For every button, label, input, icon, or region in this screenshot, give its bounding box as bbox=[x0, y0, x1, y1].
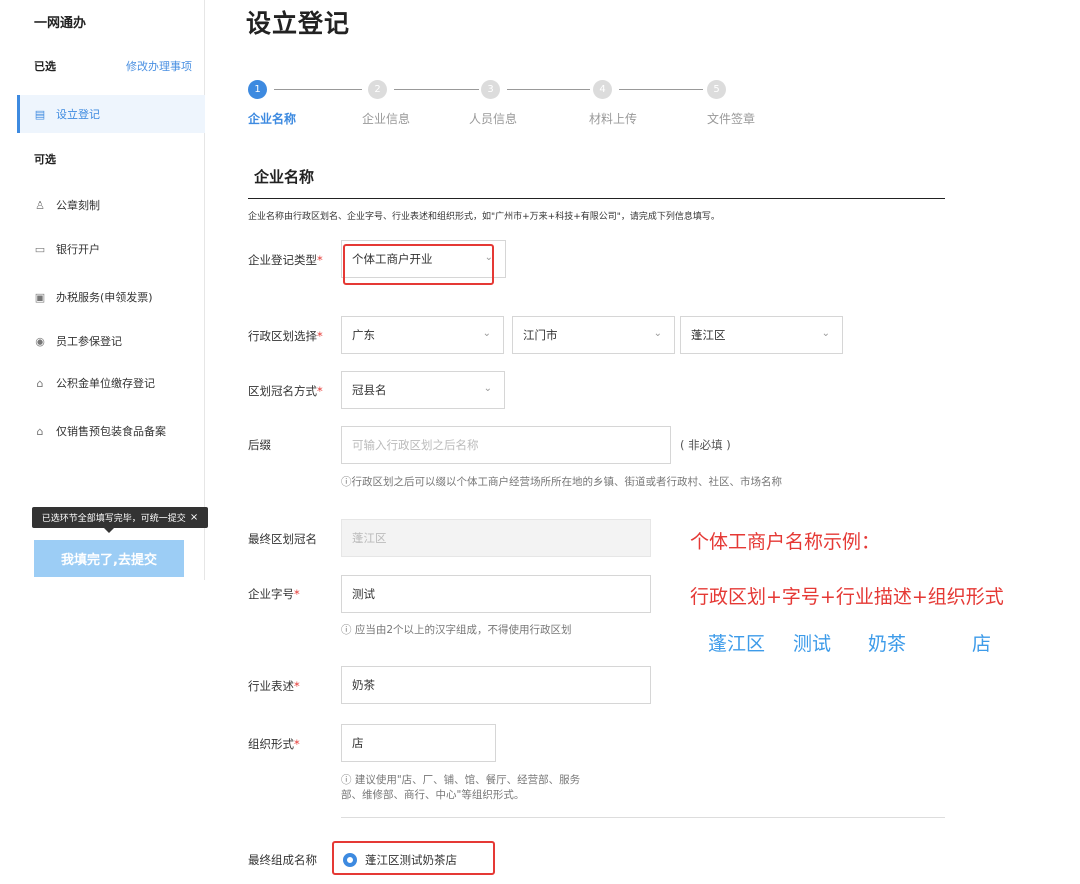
final-prefix-value: 蓬江区 bbox=[352, 531, 387, 545]
form-icon: ▤ bbox=[34, 107, 46, 121]
stepper: 1 企业名称 2 企业信息 3 人员信息 4 材料上传 5 文件签章 bbox=[248, 80, 808, 130]
sidebar-item-label: 办税服务(申领发票) bbox=[56, 291, 153, 304]
step-number: 4 bbox=[593, 80, 612, 99]
trade-name-label: 企业字号* bbox=[248, 587, 300, 601]
reg-type-label: 企业登记类型* bbox=[248, 253, 323, 267]
example-title: 个体工商户名称示例： bbox=[690, 531, 881, 553]
highlight-box bbox=[343, 244, 494, 285]
submit-tooltip: 已选环节全部填写完毕，可统一提交 × bbox=[32, 507, 208, 533]
optional-note: ( 非必填 ) bbox=[680, 438, 731, 452]
step-number: 1 bbox=[248, 80, 267, 99]
sidebar-item-label: 公章刻制 bbox=[56, 199, 100, 212]
tooltip-text: 已选环节全部填写完毕，可统一提交 bbox=[41, 514, 186, 524]
district-select[interactable]: 蓬江区 ⌄ bbox=[680, 316, 843, 354]
house-icon: ⌂ bbox=[36, 376, 44, 390]
step-connector bbox=[394, 89, 479, 90]
example-part-orgform: 店 bbox=[972, 633, 992, 655]
step-connector bbox=[507, 89, 590, 90]
sidebar-item-seal[interactable]: ♙ 公章刻制 bbox=[17, 186, 205, 224]
sidebar-item-tax[interactable]: ▣ 办税服务(申领发票) bbox=[17, 278, 205, 316]
chevron-down-icon: ⌄ bbox=[483, 383, 492, 394]
bank-card-icon: ▭ bbox=[34, 242, 46, 256]
chevron-down-icon: ⌄ bbox=[821, 328, 830, 339]
suffix-label: 后缀 bbox=[248, 438, 271, 452]
example-formula: 行政区划+字号+行业描述+组织形式 bbox=[690, 586, 1004, 608]
step-label: 人员信息 bbox=[469, 112, 518, 126]
industry-value: 奶茶 bbox=[352, 678, 375, 692]
sidebar-item-label: 银行开户 bbox=[56, 243, 100, 256]
region-label: 行政区划选择* bbox=[248, 329, 323, 343]
step-number: 3 bbox=[481, 80, 500, 99]
final-prefix-input: 蓬江区 bbox=[341, 519, 651, 557]
prefix-mode-label: 区划冠名方式* bbox=[248, 384, 323, 398]
suffix-placeholder: 可输入行政区划之后名称 bbox=[352, 438, 479, 452]
step-label: 文件签章 bbox=[707, 112, 756, 126]
step-label: 企业名称 bbox=[248, 112, 297, 126]
sidebar-brand: 一网通办 bbox=[34, 16, 87, 31]
prefix-mode-select[interactable]: 冠县名 ⌄ bbox=[341, 371, 505, 409]
form-divider bbox=[341, 817, 945, 818]
section-title: 企业名称 bbox=[254, 168, 315, 186]
sidebar-item-insurance[interactable]: ◉ 员工参保登记 bbox=[17, 322, 205, 360]
chevron-down-icon: ⌄ bbox=[653, 328, 662, 339]
section-divider bbox=[248, 198, 945, 199]
org-form-value: 店 bbox=[352, 736, 364, 750]
insurance-icon: ◉ bbox=[35, 334, 45, 348]
page-title: 设立登记 bbox=[246, 9, 351, 38]
suffix-hint: ⓘ行政区划之后可以缀以个体工商户经营场所所在地的乡镇、街道或者行政村、社区、市场… bbox=[341, 476, 782, 488]
org-form-hint: ⓘ 建议使用"店、厂、铺、馆、餐厅、经营部、服务 部、维修部、商行、中心"等组织… bbox=[341, 774, 581, 801]
sidebar-item-label: 员工参保登记 bbox=[56, 335, 122, 348]
suffix-input[interactable]: 可输入行政区划之后名称 bbox=[341, 426, 671, 464]
province-select[interactable]: 广东 ⌄ bbox=[341, 316, 504, 354]
sidebar-item-setup-registration[interactable]: ▤ 设立登记 bbox=[17, 95, 205, 133]
step-label: 材料上传 bbox=[589, 112, 638, 126]
optional-group-label: 可选 bbox=[34, 153, 56, 166]
house-icon: ⌂ bbox=[36, 424, 44, 438]
sidebar-item-bank[interactable]: ▭ 银行开户 bbox=[17, 230, 205, 268]
industry-label: 行业表述* bbox=[248, 679, 300, 693]
seal-icon: ♙ bbox=[35, 198, 45, 212]
org-form-label: 组织形式* bbox=[248, 737, 300, 751]
prefix-mode-value: 冠县名 bbox=[352, 383, 387, 397]
modify-items-link[interactable]: 修改办理事项 bbox=[126, 58, 192, 74]
industry-input[interactable]: 奶茶 bbox=[341, 666, 651, 704]
sidebar-item-food-filing[interactable]: ⌂ 仅销售预包装食品备案 bbox=[17, 412, 205, 450]
selected-group-label: 已选 bbox=[34, 60, 56, 73]
chevron-down-icon: ⌄ bbox=[482, 328, 491, 339]
invoice-icon: ▣ bbox=[34, 290, 46, 304]
submit-button[interactable]: 我填完了,去提交 bbox=[34, 540, 184, 577]
close-icon[interactable]: × bbox=[190, 512, 198, 523]
sidebar-item-label: 设立登记 bbox=[56, 108, 100, 121]
step-number: 5 bbox=[707, 80, 726, 99]
example-part-region: 蓬江区 bbox=[708, 633, 766, 655]
highlight-box bbox=[332, 841, 495, 875]
step-label: 企业信息 bbox=[362, 112, 411, 126]
trade-name-input[interactable]: 测试 bbox=[341, 575, 651, 613]
example-part-tradename: 测试 bbox=[793, 633, 832, 655]
step-connector bbox=[274, 89, 362, 90]
final-prefix-label: 最终区划冠名 bbox=[248, 532, 317, 546]
district-value: 蓬江区 bbox=[691, 328, 726, 342]
sidebar-item-label: 公积金单位缴存登记 bbox=[56, 377, 155, 390]
step-connector bbox=[619, 89, 703, 90]
step-number: 2 bbox=[368, 80, 387, 99]
province-value: 广东 bbox=[352, 328, 375, 342]
final-name-label: 最终组成名称 bbox=[248, 853, 317, 867]
section-description: 企业名称由行政区划名、企业字号、行业表述和组织形式，如"广州市+万来+科技+有限… bbox=[248, 212, 720, 222]
sidebar-item-housing-fund[interactable]: ⌂ 公积金单位缴存登记 bbox=[17, 364, 205, 402]
sidebar-item-label: 仅销售预包装食品备案 bbox=[56, 425, 166, 438]
example-part-industry: 奶茶 bbox=[868, 633, 907, 655]
trade-name-hint: ⓘ 应当由2个以上的汉字组成，不得使用行政区划 bbox=[341, 624, 572, 636]
city-select[interactable]: 江门市 ⌄ bbox=[512, 316, 675, 354]
sidebar: 一网通办 已选 修改办理事项 ▤ 设立登记 可选 ♙ 公章刻制 ▭ 银行开户 ▣… bbox=[0, 0, 205, 580]
org-form-input[interactable]: 店 bbox=[341, 724, 496, 762]
city-value: 江门市 bbox=[523, 328, 558, 342]
trade-name-value: 测试 bbox=[352, 587, 375, 601]
